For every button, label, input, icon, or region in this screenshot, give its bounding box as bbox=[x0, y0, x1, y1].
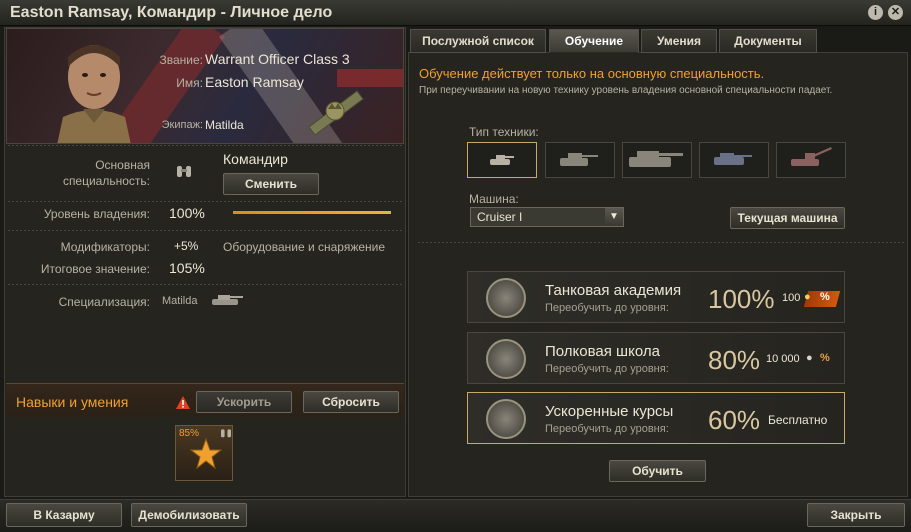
course-subtitle: Переобучить до уровня: bbox=[545, 423, 669, 435]
specialization-label: Специализация: bbox=[58, 295, 150, 309]
commander-portrait bbox=[57, 45, 131, 143]
crew-label: Экипаж: bbox=[161, 119, 203, 131]
modifiers-label: Модификаторы: bbox=[60, 240, 150, 254]
vehicle-type-light-tank[interactable] bbox=[467, 142, 537, 178]
chevron-down-icon[interactable]: ▼ bbox=[605, 208, 623, 226]
light-tank-icon bbox=[490, 155, 514, 165]
training-subnotice: При переучивании на новую технику уровен… bbox=[419, 85, 833, 96]
tab-skills[interactable]: Умения bbox=[641, 29, 717, 53]
course-percent: 100% bbox=[708, 284, 775, 314]
info-icon[interactable]: i bbox=[868, 5, 883, 20]
course-subtitle: Переобучить до уровня: bbox=[545, 363, 669, 375]
final-label: Итоговое значение: bbox=[40, 262, 150, 276]
modifiers-desc: Оборудование и снаряжение bbox=[223, 240, 386, 254]
new-skill-star-icon bbox=[190, 438, 222, 470]
crew-portrait-area: Звание: Warrant Officer Class 3 Имя: Eas… bbox=[6, 28, 404, 144]
rank-value: Warrant Officer Class 3 bbox=[205, 51, 350, 67]
course-name: Ускоренные курсы bbox=[545, 403, 674, 420]
divider bbox=[8, 284, 402, 285]
specialty-label: Основная специальность: bbox=[62, 158, 150, 188]
tab-training[interactable]: Обучение bbox=[549, 29, 639, 53]
name-label: Имя: bbox=[176, 76, 203, 90]
barracks-button[interactable]: В Казарму bbox=[6, 503, 122, 527]
gold-coin-icon: ● bbox=[804, 291, 811, 303]
accelerated-course-emblem-icon bbox=[486, 399, 526, 439]
retrain-button[interactable]: Обучить bbox=[609, 460, 706, 482]
silver-coin-icon: ● bbox=[806, 352, 813, 364]
discount-icon: % bbox=[820, 291, 830, 303]
course-percent: 60% bbox=[708, 405, 761, 435]
regimental-school-emblem-icon bbox=[486, 339, 526, 379]
close-button[interactable]: Закрыть bbox=[807, 503, 905, 527]
change-specialty-button[interactable]: Сменить bbox=[223, 173, 319, 195]
accelerate-button[interactable]: Ускорить bbox=[196, 391, 292, 413]
vehicle-label: Машина: bbox=[469, 192, 519, 206]
divider bbox=[8, 230, 402, 231]
warning-icon bbox=[176, 396, 190, 409]
specialty-value: Командир bbox=[223, 151, 288, 167]
course-percent: 80% bbox=[708, 345, 761, 375]
training-notice: Обучение действует только на основную сп… bbox=[419, 66, 765, 81]
tab-service-record[interactable]: Послужной список bbox=[410, 29, 546, 53]
close-icon[interactable]: ✕ bbox=[888, 5, 903, 20]
course-price: 100 bbox=[782, 292, 801, 304]
tank-icon bbox=[212, 295, 243, 305]
tank-destroyer-icon bbox=[714, 153, 752, 165]
discount-icon: % bbox=[820, 352, 830, 364]
current-vehicle-button[interactable]: Текущая машина bbox=[730, 207, 845, 229]
divider bbox=[8, 145, 402, 146]
vehicle-type-tank-destroyer[interactable] bbox=[699, 142, 769, 178]
window-title: Easton Ramsay, Командир - Личное дело bbox=[10, 4, 333, 21]
vehicle-select[interactable]: Cruiser I ▼ bbox=[470, 207, 624, 227]
rank-insignia-icon bbox=[308, 90, 364, 135]
proficiency-bar-fill bbox=[233, 211, 391, 214]
final-value: 105% bbox=[169, 260, 205, 276]
divider bbox=[8, 201, 402, 202]
specialization-value: Matilda bbox=[162, 295, 198, 307]
heavy-tank-icon bbox=[629, 151, 683, 167]
course-subtitle: Переобучить до уровня: bbox=[545, 302, 669, 314]
crew-value: Matilda bbox=[205, 118, 244, 132]
divider bbox=[418, 242, 904, 243]
proficiency-bar bbox=[233, 211, 391, 214]
tank-academy-emblem-icon bbox=[486, 278, 526, 318]
course-name: Танковая академия bbox=[545, 282, 682, 299]
tab-documents[interactable]: Документы bbox=[719, 29, 817, 53]
course-name: Полковая школа bbox=[545, 343, 660, 360]
course-price: 10 000 bbox=[766, 353, 800, 365]
demobilize-button[interactable]: Демобилизовать bbox=[131, 503, 247, 527]
vehicle-select-value: Cruiser I bbox=[477, 210, 523, 224]
vehicle-type-label: Тип техники: bbox=[469, 125, 539, 139]
modifiers-value: +5% bbox=[174, 239, 199, 253]
vehicle-type-heavy-tank[interactable] bbox=[622, 142, 692, 178]
medium-tank-icon bbox=[560, 153, 598, 166]
rank-label: Звание: bbox=[159, 53, 204, 67]
course-regimental-school[interactable]: Полковая школа Переобучить до уровня: 80… bbox=[467, 332, 845, 384]
course-price: Бесплатно bbox=[768, 413, 828, 427]
artillery-icon bbox=[791, 147, 832, 166]
skill-slot[interactable]: 85% bbox=[175, 425, 233, 481]
course-tank-academy[interactable]: Танковая академия Переобучить до уровня:… bbox=[467, 271, 845, 323]
binoculars-icon bbox=[221, 429, 231, 438]
title-bar: Easton Ramsay, Командир - Личное дело i … bbox=[0, 0, 911, 26]
proficiency-value: 100% bbox=[169, 205, 205, 221]
skills-title: Навыки и умения bbox=[16, 394, 129, 410]
binoculars-icon bbox=[177, 166, 191, 177]
vehicle-type-medium-tank[interactable] bbox=[545, 142, 615, 178]
name-value: Easton Ramsay bbox=[205, 74, 304, 90]
proficiency-label: Уровень владения: bbox=[43, 207, 150, 221]
course-accelerated[interactable]: Ускоренные курсы Переобучить до уровня: … bbox=[467, 392, 845, 444]
vehicle-type-artillery[interactable] bbox=[776, 142, 846, 178]
reset-skills-button[interactable]: Сбросить bbox=[303, 391, 399, 413]
